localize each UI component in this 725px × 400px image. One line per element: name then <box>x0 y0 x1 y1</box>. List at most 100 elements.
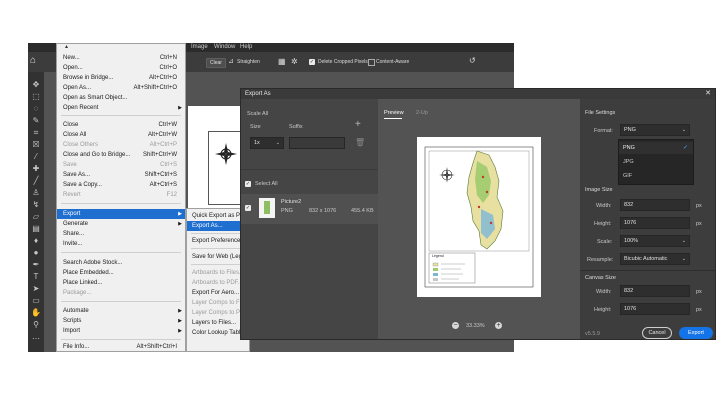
content-aware-label: Content-Aware <box>376 59 410 65</box>
menu-item-generate[interactable]: Generate ▶ <box>57 219 185 229</box>
type-tool-icon[interactable]: T <box>31 272 41 281</box>
resample-select[interactable]: Bicubic Automatic ⌄ <box>620 253 690 265</box>
eraser-tool-icon[interactable]: ▱ <box>31 212 41 221</box>
menu-item-close-all[interactable]: Close All Alt+Ctrl+W <box>57 130 185 140</box>
format-option-png[interactable]: PNG ✓ <box>619 142 693 154</box>
gear-icon[interactable]: ✲ <box>291 57 298 66</box>
home-icon[interactable]: ⌂ <box>30 55 36 66</box>
scale-select[interactable]: 100% ⌄ <box>620 235 690 247</box>
path-select-tool-icon[interactable]: ➤ <box>31 284 41 293</box>
blur-tool-icon[interactable]: ♦ <box>31 236 41 245</box>
canvas-height-label: Height: <box>594 307 612 313</box>
marquee-tool-icon[interactable]: ⬚ <box>31 92 41 101</box>
dodge-tool-icon[interactable]: ● <box>31 248 41 257</box>
size-label: Size <box>250 124 261 130</box>
height-input[interactable]: 1076 <box>620 217 690 229</box>
menu-item-save-copy[interactable]: Save a Copy... Alt+Ctrl+S <box>57 180 185 190</box>
menu-item-automate[interactable]: Automate ▶ <box>57 306 185 316</box>
format-option-gif[interactable]: GIF <box>619 170 693 182</box>
menu-item-new[interactable]: New... Ctrl+N <box>57 53 185 63</box>
menu-item-search-adobe-stock[interactable]: Search Adobe Stock... <box>57 258 185 268</box>
menu-item-invite[interactable]: Invite... <box>57 239 185 249</box>
menu-item-share[interactable]: Share... <box>57 229 185 239</box>
export-button[interactable]: Export <box>679 327 713 339</box>
tab-2-up[interactable]: 2-Up <box>416 110 428 116</box>
menu-item-close-others: Close Others Alt+Ctrl+P <box>63 142 177 148</box>
tab-preview[interactable]: Preview <box>384 110 404 116</box>
close-icon[interactable]: ✕ <box>705 89 711 99</box>
content-aware-checkbox[interactable] <box>368 59 375 66</box>
gradient-tool-icon[interactable]: ▤ <box>31 224 41 233</box>
trash-icon[interactable]: 🗑 <box>355 138 365 147</box>
history-brush-tool-icon[interactable]: ↯ <box>31 200 41 209</box>
shape-tool-icon[interactable]: ▭ <box>31 296 41 305</box>
zoom-level: 33.33% <box>466 323 485 329</box>
menu-item-browse-in-bridge[interactable]: Browse in Bridge... Alt+Ctrl+O <box>57 73 185 83</box>
zoom-in-icon[interactable]: + <box>495 322 502 329</box>
pen-tool-icon[interactable]: ✒ <box>31 260 41 269</box>
submenu-arrow-icon: ▶ <box>178 105 182 111</box>
menu-scroll-up-icon[interactable]: ▴ <box>65 43 68 50</box>
assets-panel: Scale All Size Suffix + 1x ⌄ 🗑 ✓ Select A… <box>241 99 378 339</box>
menu-item-file-info[interactable]: File Info... Alt+Shift+Ctrl+I <box>57 342 185 352</box>
zoom-tool-icon[interactable]: ⚲ <box>31 320 41 329</box>
menu-item-save-as[interactable]: Save As... Shift+Ctrl+S <box>57 170 185 180</box>
asset-row[interactable]: ✓ Picture2 PNG 832 x 1076 455.4 KB <box>241 194 378 224</box>
overlay-grid-icon[interactable]: ▦ <box>278 57 286 66</box>
format-select[interactable]: PNG ⌄ <box>620 124 690 136</box>
add-scale-icon[interactable]: + <box>355 119 361 130</box>
menu-item-close[interactable]: Close Ctrl+W <box>57 120 185 130</box>
canvas-width-input[interactable]: 832 <box>620 285 690 297</box>
menu-item-import[interactable]: Import ▶ <box>57 326 185 336</box>
menu-item-open-smart-object[interactable]: Open as Smart Object... <box>57 93 185 103</box>
format-option-jpg[interactable]: JPG <box>619 156 693 168</box>
cancel-button[interactable]: Cancel <box>642 327 672 339</box>
menu-item-close-go-bridge[interactable]: Close and Go to Bridge... Shift+Ctrl+W <box>57 150 185 160</box>
submenu-arrow-icon: ▶ <box>178 308 182 314</box>
asset-format: PNG <box>281 208 293 214</box>
height-label: Height: <box>594 221 612 227</box>
move-tool-icon[interactable]: ✥ <box>31 80 41 89</box>
brush-tool-icon[interactable]: ╱ <box>31 176 41 185</box>
lasso-tool-icon[interactable]: ◌ <box>31 104 41 113</box>
select-all-checkbox[interactable]: ✓ <box>245 181 251 187</box>
menu-item-open-recent[interactable]: Open Recent ▶ <box>57 103 185 113</box>
legend-title: Legend <box>432 254 444 258</box>
zoom-out-icon[interactable]: − <box>452 322 459 329</box>
stamp-tool-icon[interactable]: ♙ <box>31 188 41 197</box>
menu-window[interactable]: Window <box>214 44 235 50</box>
asset-checkbox[interactable]: ✓ <box>245 205 251 211</box>
menu-item-open-as[interactable]: Open As... Alt+Shift+Ctrl+O <box>57 83 185 93</box>
menu-image[interactable]: Image <box>191 44 208 50</box>
menu-item-export[interactable]: Export ▶ <box>57 209 185 219</box>
menu-item-scripts[interactable]: Scripts ▶ <box>57 316 185 326</box>
panel-divider <box>580 270 715 271</box>
crop-tool-icon[interactable]: ⌗ <box>31 128 41 137</box>
file-settings-heading: File Settings <box>585 110 616 116</box>
menu-item-place-linked[interactable]: Place Linked... <box>57 278 185 288</box>
chevron-down-icon: ⌄ <box>275 140 280 146</box>
healing-tool-icon[interactable]: ✚ <box>31 164 41 173</box>
image-size-heading: Image Size <box>585 187 613 193</box>
eyedropper-tool-icon[interactable]: ⁄ <box>31 152 41 161</box>
suffix-input[interactable] <box>289 137 345 149</box>
dialog-title: Export As <box>245 91 271 97</box>
straighten-icon[interactable]: ⊿ <box>228 57 234 65</box>
quick-select-tool-icon[interactable]: ✎ <box>31 116 41 125</box>
menu-item-open[interactable]: Open... Ctrl+O <box>57 63 185 73</box>
scale-label: Scale: <box>597 239 613 245</box>
reset-icon[interactable]: ↺ <box>469 56 476 65</box>
menu-help[interactable]: Help <box>240 44 252 50</box>
menu-item-place-embedded[interactable]: Place Embedded... <box>57 268 185 278</box>
hand-tool-icon[interactable]: ✋ <box>31 308 41 317</box>
width-input[interactable]: 832 <box>620 199 690 211</box>
size-select[interactable]: 1x ⌄ <box>250 137 284 149</box>
frame-tool-icon[interactable]: ☒ <box>31 140 41 149</box>
active-tab-underline <box>384 118 402 119</box>
preview-panel: Preview 2-Up Legend − 33.33% + <box>378 99 580 339</box>
clear-button[interactable]: Clear <box>206 58 226 68</box>
thumbnail-map-shape <box>264 201 270 214</box>
delete-cropped-checkbox[interactable]: ✓ <box>309 59 315 65</box>
edit-toolbar-icon[interactable]: ⋯ <box>31 334 41 343</box>
canvas-height-input[interactable]: 1076 <box>620 303 690 315</box>
